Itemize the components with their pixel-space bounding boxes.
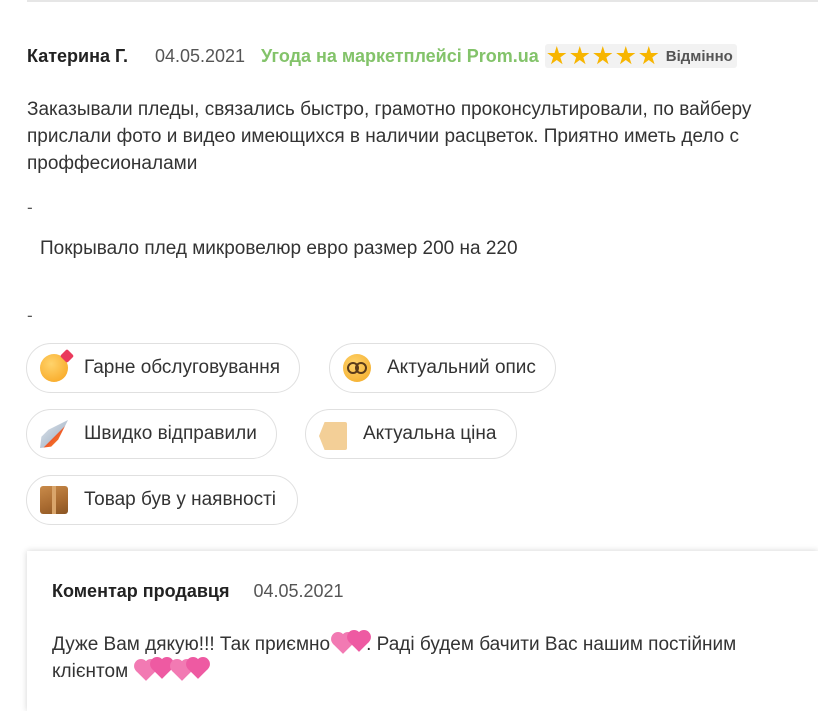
review-header: Катерина Г. 04.05.2021 Угода на маркетпл… [27,44,737,68]
price-tag-icon [319,422,347,450]
review-tag-accurate-description: Актуальний опис [329,343,556,393]
two-hearts-icon [330,632,370,654]
two-hearts-icon [169,659,209,681]
smiling-face-with-hearts-icon [40,354,68,382]
seller-comment-text: Дуже Вам дякую!!! Так приємно. Раді буде… [52,631,792,685]
review-date: 04.05.2021 [154,45,246,66]
star-icon [593,46,613,65]
separator-dash: - [27,198,33,217]
review-tag-accurate-price: Актуальна ціна [305,409,517,459]
tag-label: Товар був у наявності [84,489,277,510]
seller-comment-date: 04.05.2021 [253,581,344,601]
star-icon [616,46,636,65]
top-divider [27,0,818,2]
product-name: Покрывало плед микровелюр евро размер 20… [40,238,518,259]
tag-label: Гарне обслуговування [84,357,280,378]
tag-label: Актуальний опис [387,357,536,378]
marketplace-deal-label: Угода на маркетплейсі Prom.ua [261,45,539,66]
star-icon [547,46,567,65]
seller-comment-card: Коментар продавця 04.05.2021 Дуже Вам дя… [27,551,818,711]
rating-stars: Відмінно [544,44,737,68]
package-icon [40,486,68,514]
seller-comment-header: Коментар продавця 04.05.2021 [52,581,344,602]
star-icon [639,46,659,65]
rocket-icon [40,420,68,448]
review-text: Заказывали пледы, связались быстро, грам… [27,99,752,174]
seller-comment-title: Коментар продавця [52,581,230,601]
review-author: Катерина Г. [27,45,128,66]
tag-label: Швидко відправили [84,423,257,444]
review-tag-good-service: Гарне обслуговування [26,343,300,393]
rating-word: Відмінно [665,47,733,65]
tag-label: Актуальна ціна [363,423,497,444]
two-hearts-icon [133,659,173,681]
seller-comment-text-part1: Дуже Вам дякую!!! Так приємно [52,634,331,655]
star-icon [570,46,590,65]
review-tag-in-stock: Товар був у наявності [26,475,298,525]
separator-dash: - [27,306,33,325]
review-tag-fast-shipping: Швидко відправили [26,409,277,459]
nerd-face-icon [343,354,371,382]
